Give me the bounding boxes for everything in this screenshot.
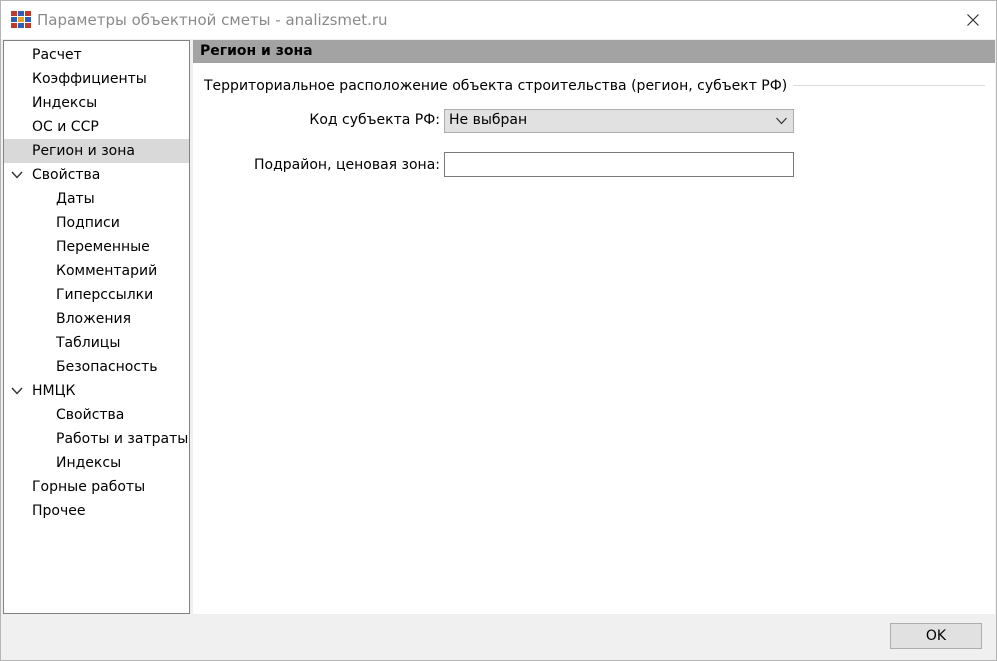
nav-item[interactable]: Даты <box>4 187 189 211</box>
nav-item[interactable]: Комментарий <box>4 259 189 283</box>
chevron-down-icon[interactable] <box>11 386 23 396</box>
nav-item-label: Подписи <box>56 215 120 231</box>
nav-item[interactable]: Подписи <box>4 211 189 235</box>
zone-label: Подрайон, ценовая зона: <box>254 157 440 173</box>
nav-item[interactable]: Свойства <box>4 163 189 187</box>
window-title: Параметры объектной сметы - analizsmet.r… <box>37 11 388 29</box>
nav-item[interactable]: Индексы <box>4 451 189 475</box>
settings-content: Регион и зона Территориальное расположен… <box>193 40 995 614</box>
chevron-down-icon <box>776 117 787 125</box>
section-title: Регион и зона <box>200 43 313 59</box>
nav-item-label: Индексы <box>32 95 98 111</box>
nav-item-label: ОС и ССР <box>32 119 99 135</box>
settings-nav-tree: Расчет Коэффициенты Индексы ОС и ССР Регион … <box>3 40 190 614</box>
dialog-window: Параметры объектной сметы - analizsmet.r… <box>0 0 997 661</box>
nav-item[interactable]: Свойства <box>4 403 189 427</box>
close-icon <box>967 14 979 26</box>
nav-item[interactable]: Прочее <box>4 499 189 523</box>
nav-item-label: Свойства <box>56 407 125 423</box>
nav-item-label: НМЦК <box>32 383 76 399</box>
app-icon <box>11 11 31 29</box>
nav-item-label: Переменные <box>56 239 150 255</box>
nav-item-label: Индексы <box>56 455 122 471</box>
close-button[interactable] <box>950 1 996 39</box>
nav-item-label: Коэффициенты <box>32 71 147 87</box>
nav-item-label: Даты <box>56 191 95 207</box>
nav-item[interactable]: НМЦК <box>4 379 189 403</box>
nav-item-label: Расчет <box>32 47 82 63</box>
nav-item-label: Свойства <box>32 167 101 183</box>
nav-item-label: Прочее <box>32 503 86 519</box>
nav-item[interactable]: Расчет <box>4 43 189 67</box>
region-code-select[interactable]: Не выбран <box>444 109 794 133</box>
region-code-label: Код субъекта РФ: <box>309 112 440 128</box>
nav-item[interactable]: Работы и затраты <box>4 427 189 451</box>
nav-item-label: Горные работы <box>32 479 146 495</box>
nav-item[interactable]: Гиперссылки <box>4 283 189 307</box>
nav-item[interactable]: Переменные <box>4 235 189 259</box>
nav-item-label: Таблицы <box>56 335 121 351</box>
region-code-value: Не выбран <box>449 112 528 128</box>
nav-item[interactable]: Таблицы <box>4 331 189 355</box>
nav-item[interactable]: Вложения <box>4 307 189 331</box>
nav-item[interactable]: Горные работы <box>4 475 189 499</box>
nav-item[interactable]: Безопасность <box>4 355 189 379</box>
nav-list: Расчет Коэффициенты Индексы ОС и ССР Регион … <box>4 41 189 523</box>
nav-item[interactable]: Коэффициенты <box>4 67 189 91</box>
nav-item[interactable]: Индексы <box>4 91 189 115</box>
nav-item-label: Регион и зона <box>32 143 135 159</box>
chevron-down-icon[interactable] <box>11 170 23 180</box>
nav-item-label: Работы и затраты <box>56 431 189 447</box>
nav-item-label: Комментарий <box>56 263 158 279</box>
nav-item[interactable]: Регион и зона <box>4 139 189 163</box>
group-title: Территориальное расположение объекта стр… <box>204 78 794 94</box>
zone-input[interactable] <box>444 152 794 177</box>
nav-item-label: Вложения <box>56 311 132 327</box>
nav-item[interactable]: ОС и ССР <box>4 115 189 139</box>
section-header: Регион и зона <box>193 40 995 63</box>
ok-button[interactable]: OK <box>890 623 982 649</box>
nav-item-label: Гиперссылки <box>56 287 154 303</box>
nav-item-label: Безопасность <box>56 359 158 375</box>
title-bar: Параметры объектной сметы - analizsmet.r… <box>1 1 996 39</box>
